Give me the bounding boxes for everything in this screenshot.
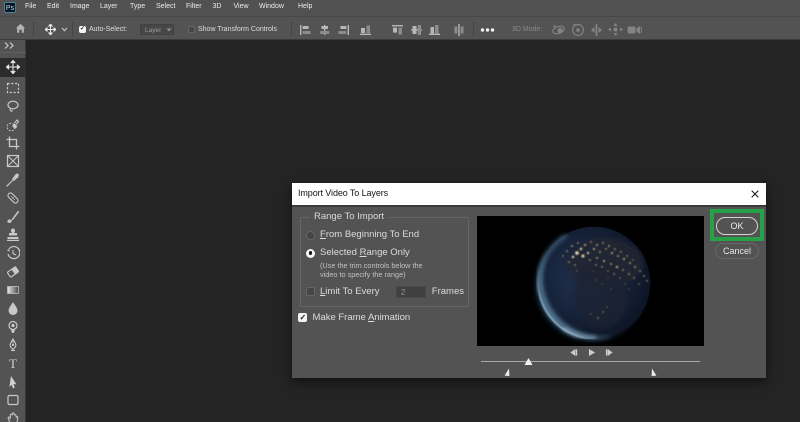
svg-text:T: T — [9, 356, 17, 370]
svg-text:Ps: Ps — [6, 5, 15, 12]
